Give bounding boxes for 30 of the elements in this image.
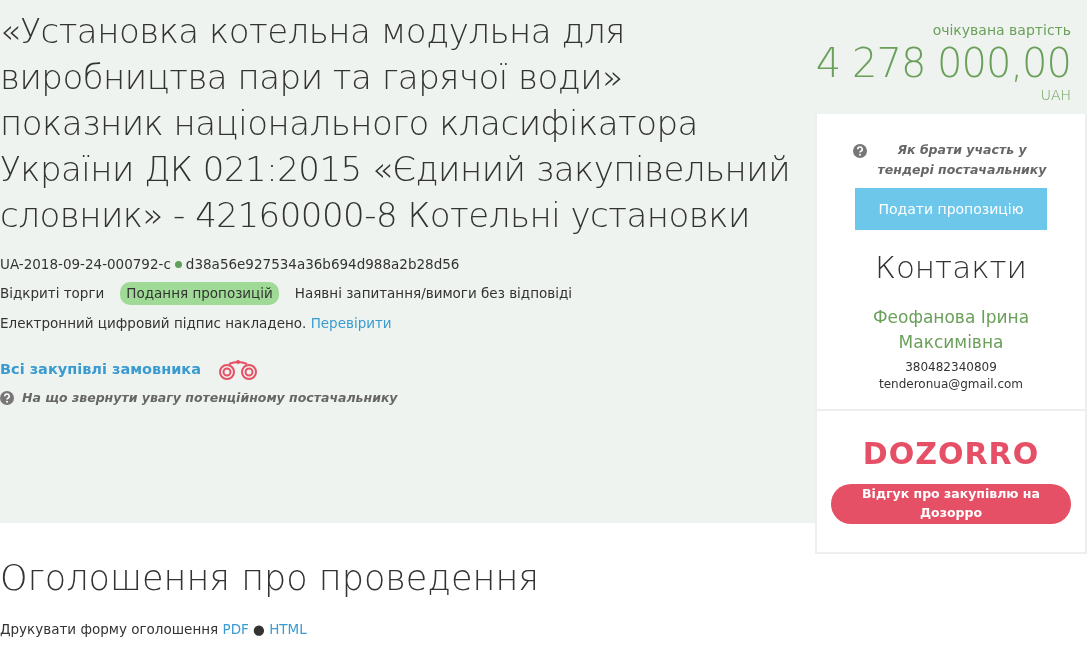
help-icon [0, 391, 14, 406]
pdf-link[interactable]: PDF [222, 621, 249, 637]
binoculars-icon [217, 358, 259, 381]
supplier-hint-link[interactable]: На що звернути увагу потенційному постачальнику [22, 388, 398, 408]
print-form-text: Друкувати форму оголошення [0, 621, 219, 637]
contact-email: tenderonua@gmail.com [877, 375, 1024, 393]
procedure-type: Відкриті торги [0, 284, 105, 304]
tender-id: UA-2018-09-24-000792-c [0, 255, 171, 274]
contacts-heading: Контакти [874, 248, 1028, 287]
tender-hash: d38a56e927534a36b694d988a2b28d56 [185, 255, 460, 274]
currency: UAH [1039, 86, 1071, 105]
verify-link[interactable]: Перевірити [310, 314, 392, 331]
submit-proposal-button[interactable]: Подати пропозицію [855, 188, 1047, 230]
contact-phone: 380482340809 [904, 358, 998, 376]
dot-icon [174, 260, 182, 268]
all-purchases-link[interactable]: Всі закупівлі замовника [0, 358, 201, 381]
help-icon [853, 144, 867, 158]
participation-help-link[interactable]: Як брати участь у тендері постачальнику [875, 140, 1049, 180]
value-label: очікувана вартість [931, 21, 1071, 40]
contact-name: Феофанова Ірина Максимівна [871, 305, 1031, 354]
signature-text: Електронний цифровий підпис накладено. [0, 314, 307, 331]
feedback-button[interactable]: Відгук про закупівлю на Дозорро [831, 483, 1071, 524]
dozorro-logo: DOZORRO [861, 434, 1041, 473]
expected-value: 4 278 000,00 [815, 41, 1071, 85]
section-heading: Оголошення про проведення [0, 557, 541, 599]
tender-title: «Установка котельна модульна для виробництва пари та гарячої води» показник національного класифікатора України ДК 021:2015 «Єдиний закупівельний словник» - 42160000-8 Котельні установки [0, 10, 792, 237]
html-link[interactable]: HTML [269, 621, 307, 637]
separator: ● [253, 621, 265, 637]
status-badge: Подання пропозицій [120, 282, 279, 305]
questions-note: Наявні запитання/вимоги без відповіді [294, 284, 573, 304]
